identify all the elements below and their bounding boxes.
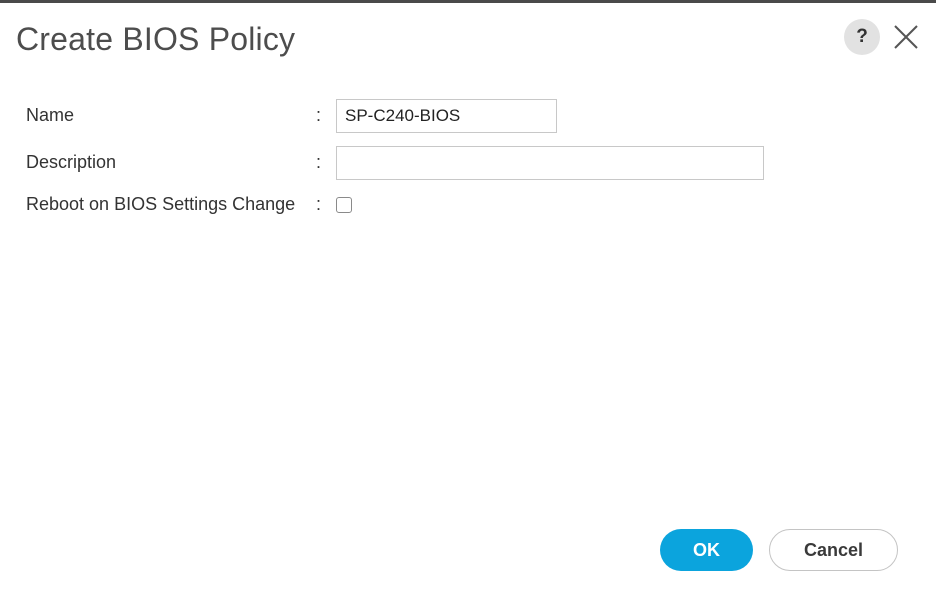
reboot-colon: : — [316, 194, 322, 214]
close-icon — [894, 25, 918, 49]
description-input[interactable] — [336, 146, 764, 180]
question-icon: ? — [856, 26, 868, 47]
description-colon: : — [316, 152, 322, 172]
name-label: Name — [26, 105, 75, 125]
help-button[interactable]: ? — [844, 19, 880, 55]
close-button[interactable] — [892, 23, 920, 51]
create-bios-policy-dialog: Create BIOS Policy ? Name : Description … — [0, 0, 936, 599]
dialog-title: Create BIOS Policy — [16, 21, 296, 57]
name-input[interactable] — [336, 99, 557, 133]
reboot-checkbox[interactable] — [336, 197, 352, 213]
ok-button[interactable]: OK — [660, 529, 753, 571]
cancel-button[interactable]: Cancel — [769, 529, 898, 571]
reboot-label: Reboot on BIOS Settings Change — [26, 194, 296, 214]
description-label: Description — [26, 152, 117, 172]
name-colon: : — [316, 105, 322, 125]
